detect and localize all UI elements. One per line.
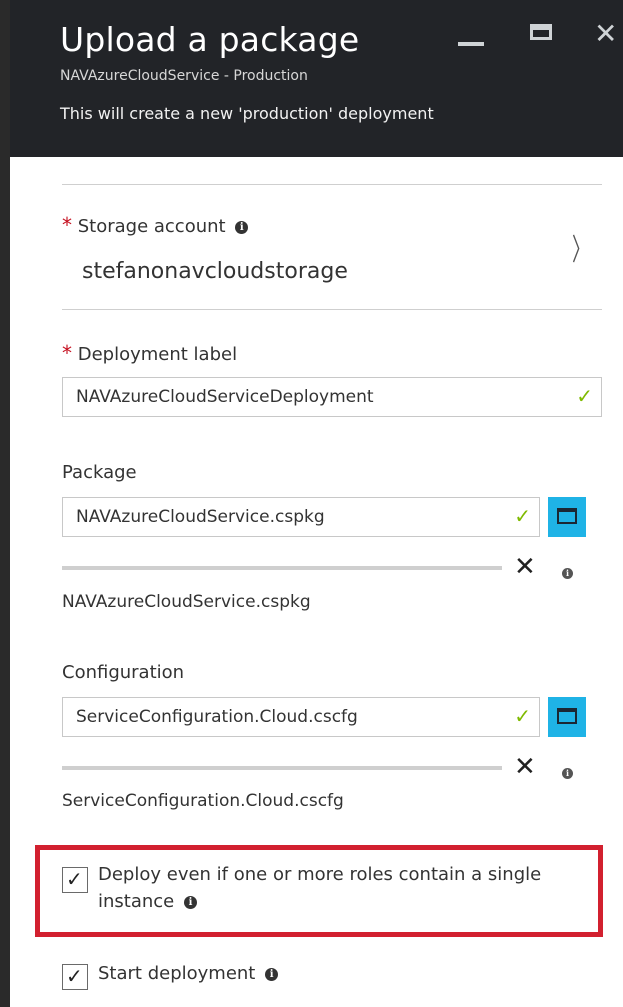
maximize-button[interactable] bbox=[530, 20, 558, 42]
maximize-icon bbox=[530, 24, 552, 40]
info-icon[interactable]: i bbox=[235, 221, 249, 234]
deploy-single-instance-label: Deploy even if one or more roles contain… bbox=[98, 861, 568, 915]
close-button[interactable]: ✕ bbox=[594, 20, 617, 48]
configuration-label: Configuration bbox=[62, 662, 185, 683]
info-icon[interactable]: i bbox=[265, 968, 279, 981]
package-uploaded-file: NAVAzureCloudService.cspkg bbox=[62, 592, 311, 612]
deploy-single-instance-checkbox[interactable]: ✓ bbox=[62, 867, 88, 893]
valid-check-icon: ✓ bbox=[514, 504, 531, 528]
package-remove-button[interactable]: ✕ bbox=[514, 552, 536, 582]
checkmark-icon: ✓ bbox=[66, 867, 83, 891]
info-icon[interactable]: i bbox=[562, 568, 573, 579]
start-deployment-checkbox[interactable]: ✓ bbox=[62, 964, 88, 990]
start-deployment-text: Start deployment bbox=[98, 963, 256, 984]
info-icon[interactable]: i bbox=[184, 896, 197, 909]
blade-content: * Storage account i stefanonavcloudstora… bbox=[10, 157, 623, 1007]
info-icon[interactable]: i bbox=[562, 768, 573, 779]
package-value: NAVAzureCloudService.cspkg bbox=[76, 507, 325, 527]
blade-title: Upload a package bbox=[60, 20, 360, 59]
folder-icon bbox=[557, 708, 577, 724]
divider bbox=[62, 309, 602, 310]
blade-description: This will create a new 'production' depl… bbox=[60, 104, 434, 123]
valid-check-icon: ✓ bbox=[576, 384, 593, 408]
package-label: Package bbox=[62, 462, 137, 483]
folder-icon bbox=[557, 508, 577, 524]
configuration-input[interactable]: ServiceConfiguration.Cloud.cscfg ✓ bbox=[62, 697, 540, 737]
package-input[interactable]: NAVAzureCloudService.cspkg ✓ bbox=[62, 497, 540, 537]
valid-check-icon: ✓ bbox=[514, 704, 531, 728]
minimize-icon bbox=[458, 42, 484, 46]
package-upload-progress bbox=[62, 566, 502, 570]
deploy-single-instance-text: Deploy even if one or more roles contain… bbox=[98, 864, 542, 912]
deployment-label-row: * Deployment label bbox=[62, 341, 237, 365]
divider bbox=[62, 184, 602, 185]
storage-account-value: stefanonavcloudstorage bbox=[82, 259, 348, 284]
configuration-upload-progress bbox=[62, 766, 502, 770]
deployment-label-input[interactable]: NAVAzureCloudServiceDeployment ✓ bbox=[62, 377, 602, 417]
configuration-remove-button[interactable]: ✕ bbox=[514, 752, 536, 782]
deployment-label-value: NAVAzureCloudServiceDeployment bbox=[76, 387, 374, 407]
blade-subtitle: NAVAzureCloudService - Production bbox=[60, 68, 308, 84]
storage-account-label: Storage account bbox=[77, 216, 226, 237]
start-deployment-label: Start deployment i bbox=[98, 960, 279, 987]
deployment-label-caption: Deployment label bbox=[77, 344, 238, 365]
configuration-browse-button[interactable] bbox=[548, 697, 586, 737]
configuration-uploaded-file: ServiceConfiguration.Cloud.cscfg bbox=[62, 791, 344, 811]
required-marker: * bbox=[62, 213, 72, 237]
configuration-value: ServiceConfiguration.Cloud.cscfg bbox=[76, 707, 358, 727]
package-browse-button[interactable] bbox=[548, 497, 586, 537]
chevron-right-icon: 〉 bbox=[572, 233, 590, 268]
checkmark-icon: ✓ bbox=[66, 964, 83, 988]
blade-header: Upload a package NAVAzureCloudService - … bbox=[10, 0, 623, 157]
required-marker: * bbox=[62, 341, 72, 365]
window-edge bbox=[0, 0, 10, 1007]
storage-account-label-row: * Storage account i bbox=[62, 213, 249, 237]
